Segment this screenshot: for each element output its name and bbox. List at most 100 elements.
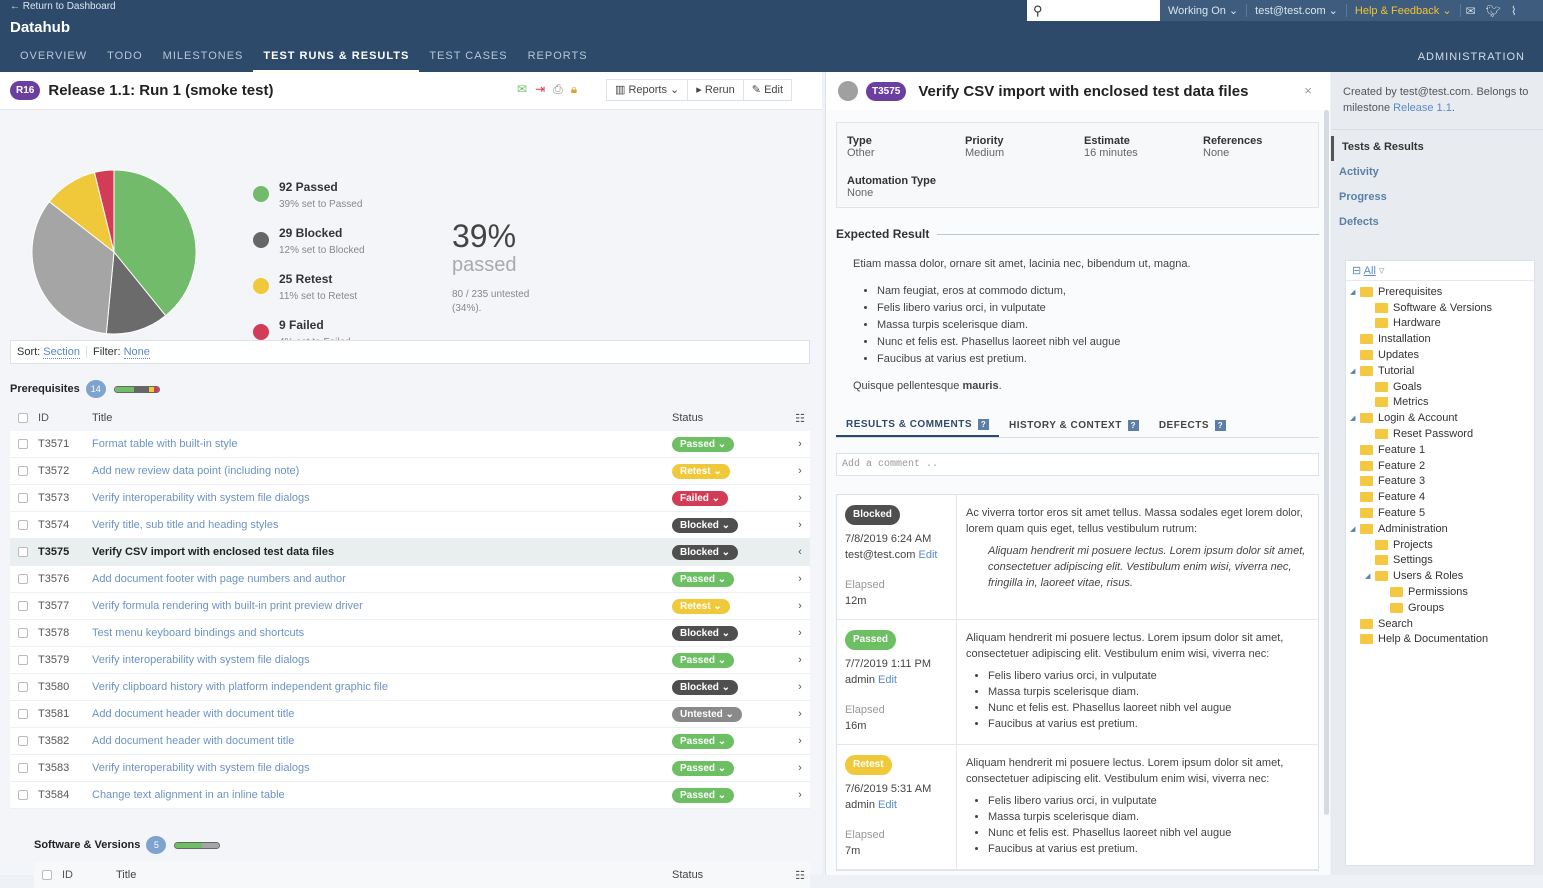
email-check-icon[interactable]: ✉ <box>517 82 527 97</box>
chevron-right-icon[interactable]: › <box>790 762 810 774</box>
mail-icon[interactable]: ✉ <box>1461 4 1481 18</box>
sidebar-nav-activity[interactable]: Activity <box>1331 161 1543 186</box>
row-checkbox[interactable] <box>18 790 28 800</box>
chevron-right-icon[interactable]: › <box>790 654 810 666</box>
row-checkbox[interactable] <box>18 466 28 476</box>
status-dropdown[interactable]: Passed ⌄ <box>672 436 735 452</box>
status-dropdown[interactable]: Retest ⌄ <box>672 463 730 479</box>
tree-node[interactable]: Metrics <box>1346 395 1534 411</box>
test-title-link[interactable]: Add document header with document title <box>92 735 672 747</box>
sidebar-nav-progress[interactable]: Progress <box>1331 186 1543 211</box>
nav-tab-reports[interactable]: REPORTS <box>518 44 598 72</box>
row-checkbox[interactable] <box>18 655 28 665</box>
row-checkbox[interactable] <box>18 439 28 449</box>
tab-results-comments[interactable]: RESULTS & COMMENTS? <box>836 414 1000 437</box>
tree-node[interactable]: Feature 2 <box>1346 458 1534 474</box>
tree-filter[interactable]: ⊟ All ▿ <box>1346 261 1534 281</box>
expand-arrow-icon[interactable]: ◢ <box>1365 572 1375 580</box>
table-row[interactable]: T3581 Add document header with document t… <box>10 701 810 728</box>
row-checkbox[interactable] <box>18 601 28 611</box>
rss-icon[interactable]: ⌇ <box>1506 4 1522 18</box>
row-checkbox[interactable] <box>18 736 28 746</box>
test-title-link[interactable]: Verify interoperability with system file… <box>92 654 672 666</box>
user-menu[interactable]: test@test.com ⌄ <box>1247 4 1347 17</box>
test-title-link[interactable]: Verify title, sub title and heading styl… <box>92 519 672 531</box>
working-on-dropdown[interactable]: Working On ⌄ <box>1160 4 1248 17</box>
test-title-link[interactable]: Test menu keyboard bindings and shortcut… <box>92 627 672 639</box>
tree-node[interactable]: Search <box>1346 616 1534 632</box>
table-row[interactable]: T3574 Verify title, sub title and heading… <box>10 512 810 539</box>
tree-node[interactable]: Installation <box>1346 331 1534 347</box>
chevron-right-icon[interactable]: › <box>790 789 810 801</box>
table-row[interactable]: T3579 Verify interoperability with system… <box>10 647 810 674</box>
row-checkbox[interactable] <box>18 682 28 692</box>
row-checkbox[interactable] <box>18 628 28 638</box>
tree-node[interactable]: Goals <box>1346 379 1534 395</box>
chevron-right-icon[interactable]: › <box>790 627 810 639</box>
print-icon[interactable]: ⎙ <box>553 82 563 97</box>
status-dropdown[interactable]: Passed ⌄ <box>672 760 735 776</box>
row-checkbox[interactable] <box>18 709 28 719</box>
table-row[interactable]: T3580 Verify clipboard history with platf… <box>10 674 810 701</box>
expand-arrow-icon[interactable]: ◢ <box>1350 367 1360 375</box>
nav-tab-todo[interactable]: TODO <box>97 44 153 72</box>
table-row[interactable]: T3572 Add new review data point (includin… <box>10 458 810 485</box>
table-row[interactable]: T3584 Change text alignment in an inline … <box>10 782 810 809</box>
table-row[interactable]: T3583 Verify interoperability with system… <box>10 755 810 782</box>
tree-node[interactable]: ◢ Prerequisites <box>1346 284 1534 300</box>
tree-node[interactable]: Feature 5 <box>1346 505 1534 521</box>
status-dropdown[interactable]: Untested ⌄ <box>672 706 742 722</box>
test-title-link[interactable]: Add document header with document title <box>92 708 672 720</box>
status-dropdown[interactable]: Passed ⌄ <box>672 571 735 587</box>
sidebar-nav-tests-results[interactable]: Tests & Results <box>1331 136 1543 161</box>
row-checkbox[interactable] <box>18 547 28 557</box>
tree-node[interactable]: Feature 1 <box>1346 442 1534 458</box>
status-dropdown[interactable]: Failed ⌄ <box>672 490 729 506</box>
chevron-right-icon[interactable]: › <box>790 465 810 477</box>
edit-button[interactable]: ✎ Edit <box>744 80 791 100</box>
tree-node[interactable]: Reset Password <box>1346 426 1534 442</box>
tree-node[interactable]: Projects <box>1346 537 1534 553</box>
close-icon[interactable]: × <box>1304 83 1312 98</box>
filter-selector[interactable]: None <box>123 346 150 359</box>
test-title-link[interactable]: Verify interoperability with system file… <box>92 762 672 774</box>
test-title-link[interactable]: Verify interoperability with system file… <box>92 492 672 504</box>
tree-node[interactable]: Settings <box>1346 553 1534 569</box>
lock-icon[interactable]: 🔒︎ <box>571 82 577 97</box>
search-input[interactable]: ⚲ <box>1027 0 1160 21</box>
test-title-link[interactable]: Format table with built-in style <box>92 438 672 450</box>
nav-tab-test-runs-results[interactable]: TEST RUNS & RESULTS <box>253 44 420 72</box>
test-title-link[interactable]: Verify formula rendering with built-in p… <box>92 600 672 612</box>
reports-button[interactable]: ▥ Reports ⌄ <box>607 80 689 100</box>
result-edit-link[interactable]: Edit <box>919 549 938 561</box>
status-dropdown[interactable]: Blocked ⌄ <box>672 679 739 695</box>
tree-node[interactable]: ◢ Tutorial <box>1346 363 1534 379</box>
status-dropdown[interactable]: Passed ⌄ <box>672 652 735 668</box>
test-title-link[interactable]: Verify CSV import with enclosed test dat… <box>92 546 672 558</box>
column-settings-icon[interactable]: ☷ <box>790 869 810 882</box>
table-row[interactable]: T3571 Format table with built-in style Pas… <box>10 431 810 458</box>
nav-tab-overview[interactable]: OVERVIEW <box>10 44 97 72</box>
status-dropdown[interactable]: Blocked ⌄ <box>672 517 739 533</box>
table-row[interactable]: T3578 Test menu keyboard bindings and sho… <box>10 620 810 647</box>
help-icon[interactable]: ? <box>978 419 990 430</box>
tree-node[interactable]: Permissions <box>1346 584 1534 600</box>
test-title-link[interactable]: Change text alignment in an inline table <box>92 789 672 801</box>
tab-history-context[interactable]: HISTORY & CONTEXT? <box>999 414 1149 437</box>
tree-node[interactable]: Help & Documentation <box>1346 632 1534 648</box>
tree-node[interactable]: ◢ Users & Roles <box>1346 568 1534 584</box>
nav-tab-milestones[interactable]: MILESTONES <box>153 44 254 72</box>
nav-administration[interactable]: ADMINISTRATION <box>1418 51 1525 63</box>
rerun-button[interactable]: ▸ Rerun <box>688 80 744 100</box>
table-row[interactable]: T3582 Add document header with document t… <box>10 728 810 755</box>
select-all-checkbox[interactable] <box>18 413 28 423</box>
table-row[interactable]: T3573 Verify interoperability with system… <box>10 485 810 512</box>
status-dropdown[interactable]: Passed ⌄ <box>672 733 735 749</box>
help-icon[interactable]: ? <box>1127 420 1139 431</box>
chevron-right-icon[interactable]: › <box>790 438 810 450</box>
tree-node[interactable]: Hardware <box>1346 316 1534 332</box>
chevron-right-icon[interactable]: › <box>790 492 810 504</box>
export-icon[interactable]: ⇥ <box>535 82 545 97</box>
test-title-link[interactable]: Verify clipboard history with platform i… <box>92 681 672 693</box>
status-dropdown[interactable]: Blocked ⌄ <box>672 544 739 560</box>
